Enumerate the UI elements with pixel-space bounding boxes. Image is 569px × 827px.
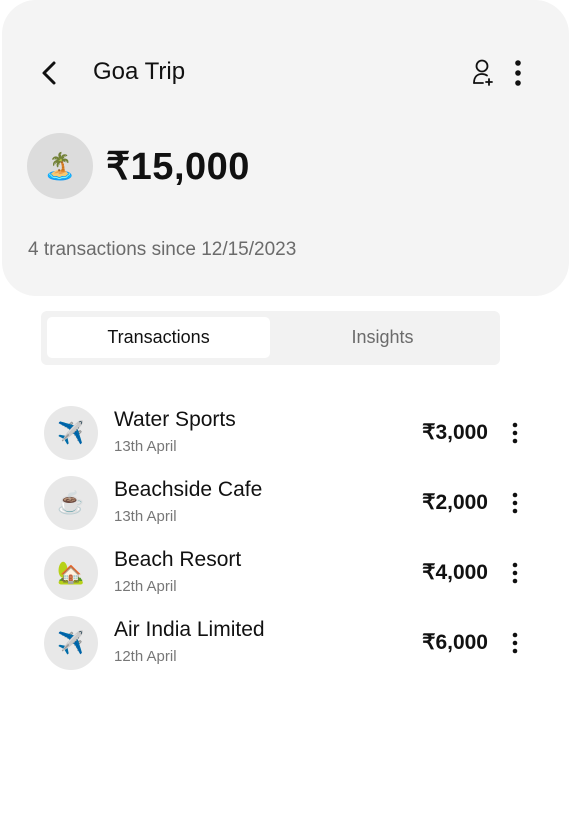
transaction-more-button[interactable] [505, 560, 525, 586]
total-amount: ₹15,000 [106, 146, 250, 188]
category-emoji: ✈️ [57, 420, 85, 445]
transaction-date: 12th April [114, 578, 177, 595]
tab-bar: Transactions Insights [41, 311, 500, 365]
more-vertical-icon [512, 562, 518, 584]
transaction-amount: ₹6,000 [422, 631, 488, 654]
transaction-amount: ₹2,000 [422, 491, 488, 514]
transaction-more-button[interactable] [505, 420, 525, 446]
header-more-button[interactable] [508, 58, 528, 88]
add-user-icon [473, 59, 493, 86]
category-emoji: ☕ [57, 490, 85, 515]
transaction-date: 12th April [114, 648, 177, 665]
add-member-button[interactable] [470, 58, 498, 88]
transaction-amount: ₹3,000 [422, 421, 488, 444]
page-title: Goa Trip [93, 58, 186, 85]
transaction-name: Air India Limited [114, 618, 265, 641]
transaction-date: 13th April [114, 508, 177, 525]
island-icon: 🏝️ [43, 150, 77, 181]
more-vertical-icon [512, 492, 518, 514]
transactions-summary: 4 transactions since 12/15/2023 [28, 239, 297, 260]
transaction-amount: ₹4,000 [422, 561, 488, 584]
house-icon: 🏡 [44, 546, 98, 600]
transaction-row[interactable]: ✈️ Air India Limited 12th April ₹6,000 [0, 616, 569, 686]
more-vertical-icon [512, 632, 518, 654]
transaction-name: Water Sports [114, 408, 236, 431]
transaction-more-button[interactable] [505, 630, 525, 656]
transaction-row[interactable]: 🏡 Beach Resort 12th April ₹4,000 [0, 546, 569, 616]
transaction-name: Beachside Cafe [114, 478, 263, 501]
transaction-more-button[interactable] [505, 490, 525, 516]
airplane-icon: ✈️ [44, 616, 98, 670]
trip-avatar: 🏝️ [27, 133, 93, 199]
transaction-row[interactable]: ☕ Beachside Cafe 13th April ₹2,000 [0, 476, 569, 546]
transaction-name: Beach Resort [114, 548, 242, 571]
trip-header-card: Goa Trip 🏝️ ₹15,000 4 transactions since… [2, 0, 569, 296]
more-vertical-icon [512, 422, 518, 444]
transaction-date: 13th April [114, 438, 177, 455]
category-emoji: ✈️ [57, 630, 85, 655]
coffee-icon: ☕ [44, 476, 98, 530]
back-button[interactable] [36, 59, 62, 87]
category-emoji: 🏡 [57, 560, 85, 585]
more-vertical-icon [515, 60, 521, 86]
tab-transactions[interactable]: Transactions [47, 317, 270, 358]
airplane-icon: ✈️ [44, 406, 98, 460]
transaction-row[interactable]: ✈️ Water Sports 13th April ₹3,000 [0, 406, 569, 476]
chevron-left-icon [42, 61, 56, 85]
tab-insights[interactable]: Insights [271, 317, 494, 358]
